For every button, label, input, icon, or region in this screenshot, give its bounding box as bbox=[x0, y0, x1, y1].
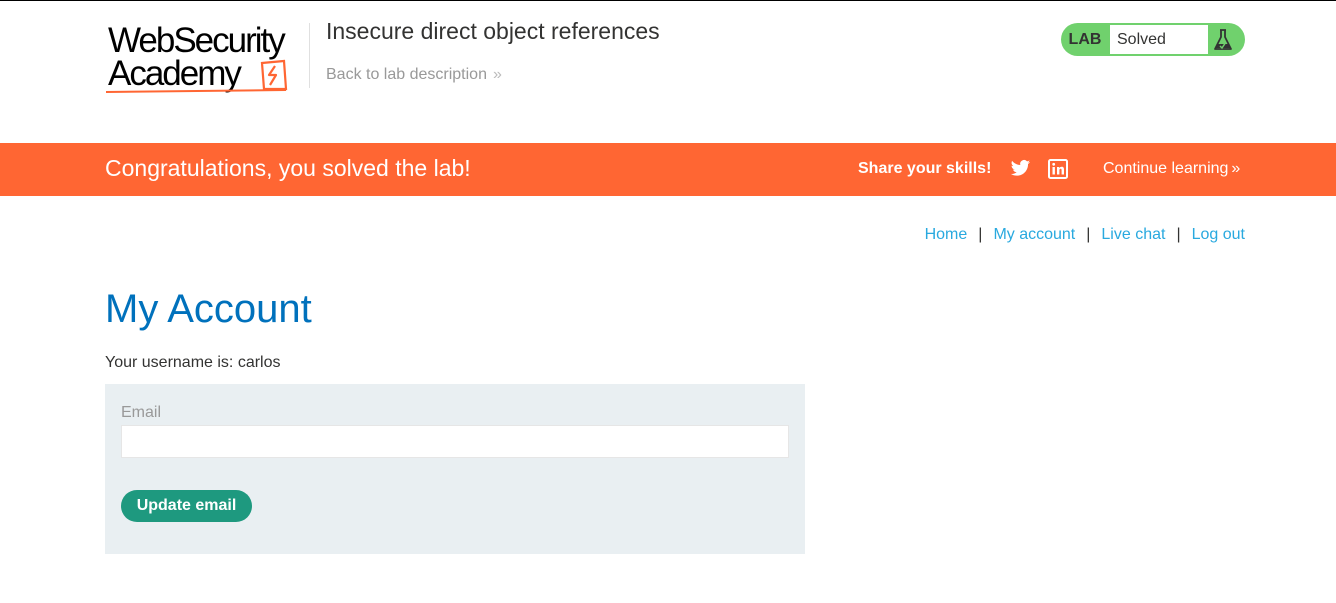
nav-live-chat-link[interactable]: Live chat bbox=[1101, 226, 1165, 244]
nav-separator: | bbox=[1176, 226, 1181, 243]
nav-separator: | bbox=[1086, 226, 1091, 243]
nav-log-out-link[interactable]: Log out bbox=[1192, 226, 1245, 244]
continue-learning-label: Continue learning bbox=[1103, 160, 1229, 177]
page-title: My Account bbox=[105, 287, 312, 331]
solved-banner: Congratulations, you solved the lab! Sha… bbox=[0, 143, 1336, 196]
email-input[interactable] bbox=[121, 425, 789, 458]
lab-title: Insecure direct object references bbox=[326, 18, 660, 44]
top-navigation: Home | My account | Live chat | Log out bbox=[925, 226, 1245, 244]
twitter-icon[interactable] bbox=[1010, 159, 1031, 178]
page-header: WebSecurity Academy Insecure direct obje… bbox=[0, 1, 1336, 143]
web-security-academy-logo[interactable]: WebSecurity Academy bbox=[105, 21, 306, 95]
continue-learning-link[interactable]: Continue learning» bbox=[1103, 160, 1240, 178]
back-to-lab-description-link[interactable]: Back to lab description » bbox=[326, 66, 502, 84]
change-email-form: Email Update email bbox=[105, 384, 805, 554]
logo-text-line1: WebSecurity bbox=[108, 21, 286, 60]
nav-my-account-link[interactable]: My account bbox=[993, 226, 1075, 244]
username-text: Your username is: carlos bbox=[105, 354, 281, 371]
academy-lightning-icon bbox=[260, 59, 288, 91]
logo-text-line2: Academy bbox=[108, 54, 242, 93]
update-email-button[interactable]: Update email bbox=[121, 490, 252, 522]
lab-badge-label: LAB bbox=[1068, 30, 1102, 48]
lab-badge-status: Solved bbox=[1110, 25, 1208, 54]
header-divider bbox=[309, 23, 310, 88]
double-chevron-right-icon: » bbox=[1231, 160, 1240, 177]
linkedin-icon[interactable] bbox=[1048, 159, 1068, 179]
nav-home-link[interactable]: Home bbox=[925, 226, 968, 244]
nav-separator: | bbox=[978, 226, 983, 243]
flask-icon bbox=[1214, 29, 1232, 50]
congratulations-message: Congratulations, you solved the lab! bbox=[105, 155, 471, 181]
double-chevron-right-icon: » bbox=[492, 66, 502, 83]
back-link-label: Back to lab description bbox=[326, 66, 487, 83]
email-label: Email bbox=[121, 404, 162, 421]
share-skills-label: Share your skills! bbox=[858, 160, 992, 177]
